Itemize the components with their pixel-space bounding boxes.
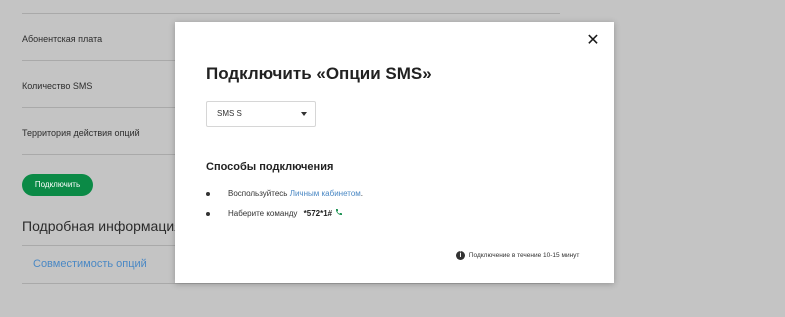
- territory-row-label: Территория действия опций: [22, 128, 140, 138]
- personal-cabinet-link[interactable]: Личным кабинетом: [290, 189, 361, 198]
- command-prefix: Наберите команду: [228, 209, 298, 219]
- close-icon[interactable]: ✕: [586, 33, 600, 49]
- info-text: Подключение в течение 10-15 минут: [468, 252, 580, 260]
- connect-button[interactable]: Подключить: [22, 174, 93, 196]
- bullet-icon: [206, 192, 210, 196]
- ussd-code: *572*1#: [303, 209, 333, 219]
- divider: [22, 283, 560, 284]
- list-item: Наберите команду *572*1#: [206, 206, 363, 226]
- compatibility-link[interactable]: Совместимость опций: [33, 258, 147, 270]
- methods-list: Воспользуйтесь Личным кабинетом. Наберит…: [206, 186, 363, 226]
- sms-count-row-label: Количество SMS: [22, 81, 93, 91]
- cabinet-suffix: .: [360, 189, 364, 198]
- page: Абонентская плата Количество SMS Террито…: [0, 0, 785, 317]
- fee-row-label: Абонентская плата: [22, 34, 103, 44]
- phone-icon[interactable]: [335, 206, 343, 222]
- chevron-down-icon: [301, 112, 307, 116]
- list-item: Воспользуйтесь Личным кабинетом.: [206, 186, 363, 206]
- details-heading: Подробная информация: [22, 218, 182, 234]
- bullet-icon: [206, 212, 210, 216]
- cabinet-prefix: Воспользуйтесь: [228, 189, 288, 198]
- divider: [22, 13, 560, 14]
- info-icon: i: [456, 251, 465, 260]
- option-select[interactable]: SMS S: [206, 101, 316, 127]
- connect-modal: ✕ Подключить «Опции SMS» SMS S Способы п…: [175, 22, 614, 283]
- methods-title: Способы подключения: [206, 161, 334, 173]
- connection-time-note: i Подключение в течение 10-15 минут: [456, 251, 579, 260]
- modal-title: Подключить «Опции SMS»: [206, 64, 432, 83]
- option-select-value: SMS S: [217, 109, 242, 118]
